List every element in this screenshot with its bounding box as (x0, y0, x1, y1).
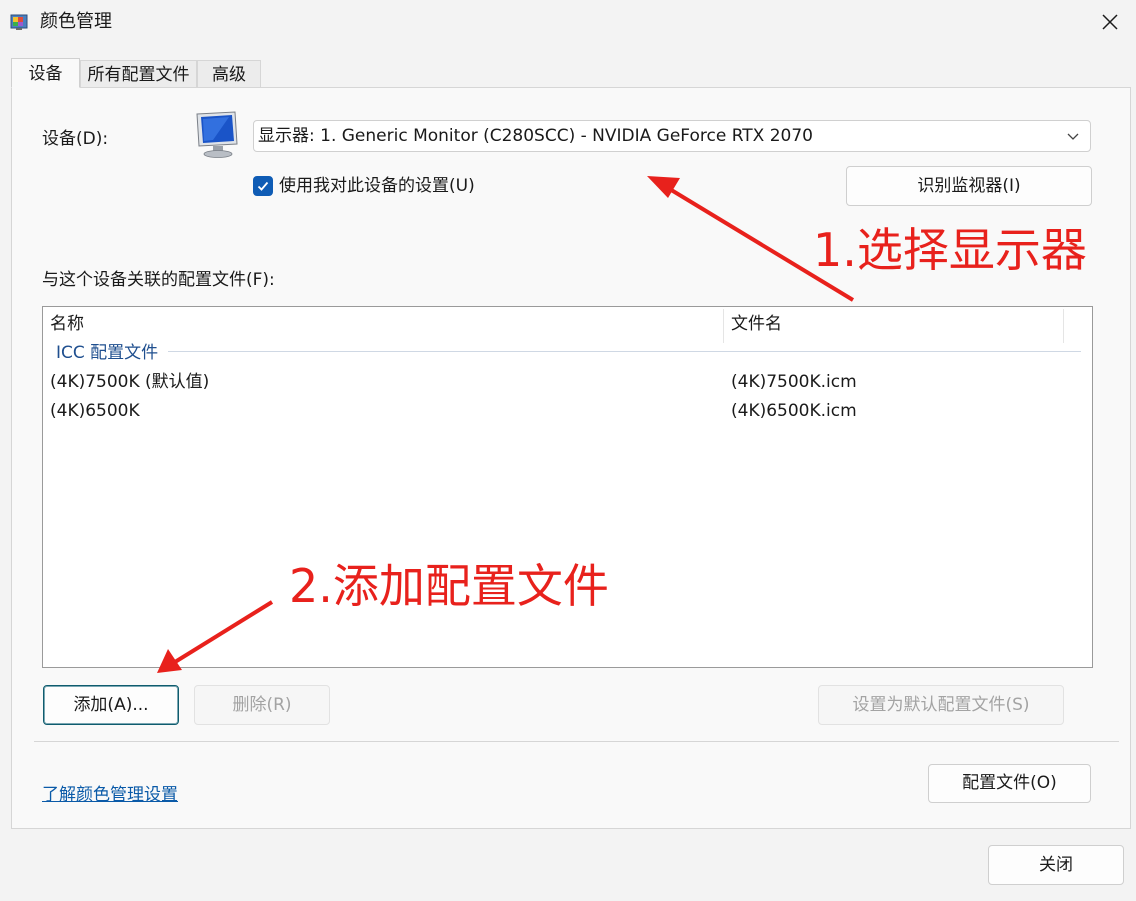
learn-more-link[interactable]: 了解颜色管理设置 (42, 780, 178, 805)
group-divider (168, 351, 1081, 352)
checkmark-icon (257, 181, 269, 191)
tab-advanced[interactable]: 高级 (197, 60, 261, 88)
chevron-down-icon (1067, 133, 1079, 140)
identify-monitor-button[interactable]: 识别监视器(I) (846, 166, 1092, 206)
divider (34, 741, 1119, 742)
close-button[interactable]: 关闭 (988, 845, 1124, 885)
monitor-icon (196, 111, 238, 158)
remove-button[interactable]: 删除(R) (194, 685, 330, 725)
row-filename: (4K)6500K.icm (731, 401, 857, 421)
use-settings-label: 使用我对此设备的设置(U) (279, 176, 475, 196)
row-name: (4K)6500K (50, 401, 140, 421)
annotation-step2: 2.添加配置文件 (289, 559, 609, 613)
set-default-button[interactable]: 设置为默认配置文件(S) (818, 685, 1064, 725)
profiles-button[interactable]: 配置文件(O) (928, 764, 1091, 803)
column-separator (1063, 309, 1064, 343)
row-name: (4K)7500K (默认值) (50, 372, 210, 392)
column-header-name[interactable]: 名称 (50, 313, 84, 335)
device-label: 设备(D): (42, 129, 109, 149)
device-select[interactable]: 显示器: 1. Generic Monitor (C280SCC) - NVID… (253, 120, 1091, 152)
column-separator (723, 309, 724, 343)
profiles-label: 与这个设备关联的配置文件(F): (42, 270, 275, 290)
use-settings-checkbox[interactable] (253, 176, 273, 196)
close-icon (1102, 14, 1118, 30)
close-window-button[interactable] (1090, 4, 1130, 40)
tab-device[interactable]: 设备 (11, 58, 80, 88)
annotation-step1: 1.选择显示器 (813, 223, 1087, 277)
group-header-icc[interactable]: ICC 配置文件 (56, 342, 158, 364)
title-bar: 颜色管理 (0, 0, 1136, 44)
device-select-value: 显示器: 1. Generic Monitor (C280SCC) - NVID… (258, 126, 813, 146)
color-management-app-icon (10, 14, 28, 30)
row-filename: (4K)7500K.icm (731, 372, 857, 392)
tab-all-profiles[interactable]: 所有配置文件 (80, 60, 197, 88)
column-header-filename[interactable]: 文件名 (731, 313, 782, 335)
add-button[interactable]: 添加(A)... (43, 685, 179, 725)
window-title: 颜色管理 (40, 11, 112, 32)
